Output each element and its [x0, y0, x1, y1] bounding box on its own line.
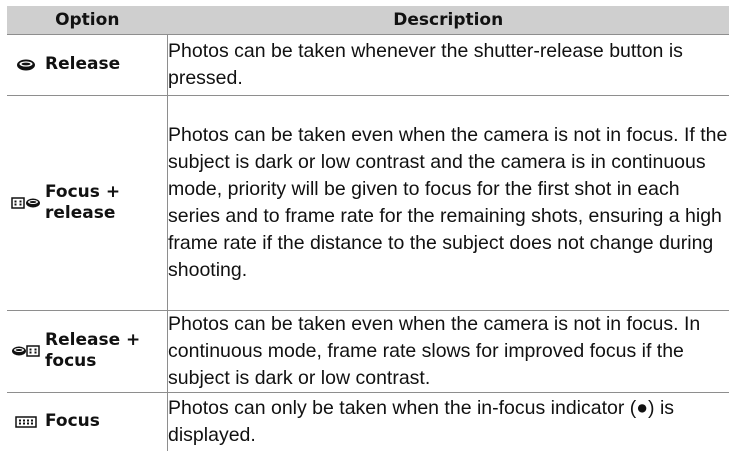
- option-cell: Focus + release: [7, 95, 168, 310]
- table-row: Focus Photos can only be taken when the …: [7, 392, 729, 451]
- option-label: Focus: [45, 411, 100, 432]
- description-cell: Photos can be taken even when the camera…: [168, 123, 728, 281]
- option-cell: Release + focus: [7, 310, 168, 392]
- table-header: Option Description: [7, 6, 729, 34]
- shutter-release-icon: [7, 58, 45, 72]
- option-cell: Focus: [7, 392, 168, 451]
- options-table: Option Description Release Photos can be…: [7, 6, 729, 451]
- option-label: Focus + release: [45, 181, 121, 223]
- option-cell: Release: [7, 34, 168, 95]
- description-cell: Photos can be taken whenever the shutter…: [168, 39, 683, 89]
- option-column-header: Option: [55, 9, 120, 30]
- table-row: Focus + release Photos can be taken even…: [7, 95, 729, 310]
- description-column-header: Description: [393, 9, 504, 30]
- option-label: Release: [45, 54, 121, 74]
- focus-icon: [7, 415, 45, 429]
- option-label: Release + focus: [45, 330, 141, 371]
- release-plus-focus-icon: [7, 344, 45, 358]
- focus-plus-release-icon: [7, 196, 45, 210]
- description-cell: Photos can only be taken when the in-foc…: [168, 396, 675, 446]
- description-cell: Photos can be taken even when the camera…: [168, 312, 701, 389]
- table-row: Release + focus Photos can be taken even…: [7, 310, 729, 392]
- table-row: Release Photos can be taken whenever the…: [7, 34, 729, 95]
